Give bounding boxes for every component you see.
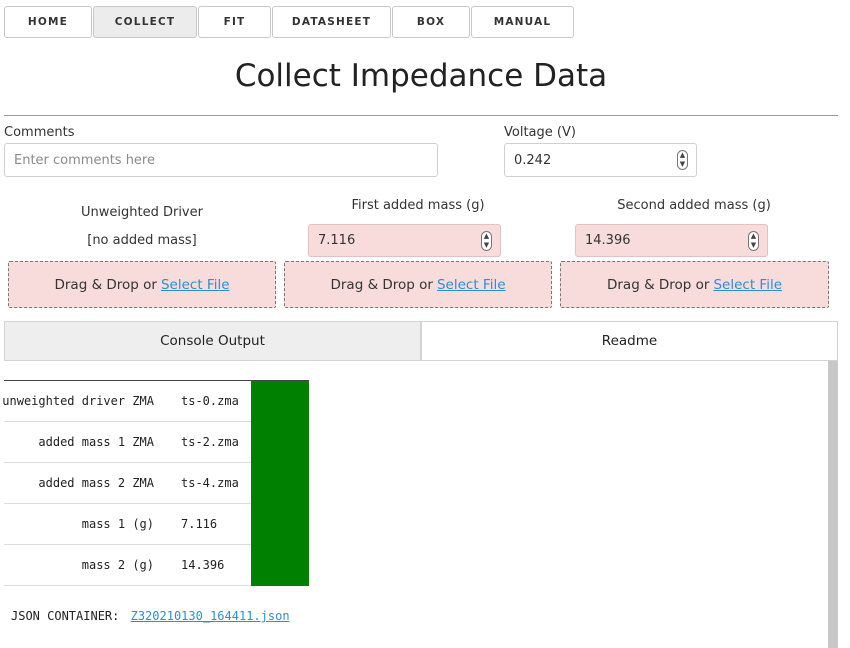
tab-console-output[interactable]: Console Output (4, 321, 421, 361)
table-row: added mass 1 ZMA ts-2.zma (4, 422, 309, 463)
page-title: Collect Impedance Data (234, 58, 608, 94)
row-name: added mass 1 ZMA (38, 435, 154, 449)
unweighted-driver-heading: Unweighted Driver (81, 205, 203, 220)
second-mass-heading: Second added mass (g) (617, 198, 771, 213)
second-mass-input[interactable]: 14.396 ▲ ▼ (575, 224, 768, 257)
table-row: added mass 2 ZMA ts-4.zma (4, 463, 309, 504)
select-file-link[interactable]: Select File (161, 277, 230, 293)
table-row: unweighted driver ZMA ts-0.zma (2, 381, 309, 422)
output-tabs: Console Output Readme (4, 321, 838, 361)
row-value: ts-0.zma (181, 394, 239, 408)
first-mass-input[interactable]: 7.116 ▲ ▼ (308, 224, 501, 257)
first-mass-heading: First added mass (g) (351, 198, 485, 213)
status-indicator (251, 504, 309, 545)
row-value: ts-4.zma (181, 476, 239, 490)
nav-datasheet-button[interactable]: DATASHEET (272, 6, 391, 38)
table-row: mass 2 (g) 14.396 (4, 545, 309, 586)
tab-readme[interactable]: Readme (421, 321, 838, 361)
json-container-label: JSON CONTAINER: (11, 609, 120, 623)
unweighted-dropzone[interactable]: Drag & Drop or Select File (8, 261, 276, 308)
status-indicator (251, 463, 309, 504)
second-mass-spinner-icon[interactable]: ▲ ▼ (748, 230, 759, 251)
voltage-input[interactable]: 0.242 ▲ ▼ (504, 143, 697, 177)
row-name: mass 2 (g) (81, 558, 154, 572)
nav-box-button[interactable]: BOX (392, 6, 470, 38)
select-file-link[interactable]: Select File (713, 277, 782, 293)
nav-collect-button[interactable]: COLLECT (93, 6, 197, 38)
second-mass-value: 14.396 (585, 233, 631, 248)
voltage-spinner-icon[interactable]: ▲ ▼ (677, 150, 688, 170)
row-value: ts-2.zma (181, 435, 239, 449)
nav-home-button[interactable]: HOME (4, 6, 92, 38)
row-value: 7.116 (181, 517, 218, 531)
status-indicator (251, 381, 309, 422)
status-indicator (251, 422, 309, 463)
no-added-mass-text: [no added mass] (87, 233, 197, 248)
table-row: mass 1 (g) 7.116 (4, 504, 309, 545)
dropzone-text: Drag & Drop or (606, 276, 710, 293)
voltage-value: 0.242 (514, 152, 552, 168)
title-divider (4, 115, 838, 116)
row-name: added mass 2 ZMA (38, 476, 154, 490)
voltage-label: Voltage (V) (504, 125, 576, 140)
row-value: 14.396 (181, 558, 225, 572)
first-mass-spinner-icon[interactable]: ▲ ▼ (481, 230, 492, 251)
comments-input[interactable]: Enter comments here (4, 143, 438, 177)
dropzone-text: Drag & Drop or (330, 276, 433, 293)
json-container-line: JSON CONTAINER: Z320210130_164411.json (11, 609, 290, 623)
row-name: unweighted driver ZMA (2, 394, 154, 408)
status-indicator (251, 545, 309, 586)
nav-fit-button[interactable]: FIT (198, 6, 271, 38)
nav-manual-button[interactable]: MANUAL (471, 6, 574, 38)
select-file-link[interactable]: Select File (437, 277, 506, 293)
row-name: mass 1 (g) (81, 517, 154, 531)
comments-placeholder: Enter comments here (14, 152, 155, 168)
comments-label: Comments (4, 125, 75, 140)
first-mass-value: 7.116 (318, 233, 356, 248)
row-divider (4, 585, 251, 586)
json-file-link[interactable]: Z320210130_164411.json (131, 609, 290, 623)
top-nav: HOME COLLECT FIT DATASHEET BOX MANUAL (4, 6, 575, 40)
second-mass-dropzone[interactable]: Drag & Drop or Select File (560, 261, 829, 308)
first-mass-dropzone[interactable]: Drag & Drop or Select File (284, 261, 552, 308)
dropzone-text: Drag & Drop or (54, 276, 157, 293)
console-scrollbar[interactable] (828, 361, 838, 648)
